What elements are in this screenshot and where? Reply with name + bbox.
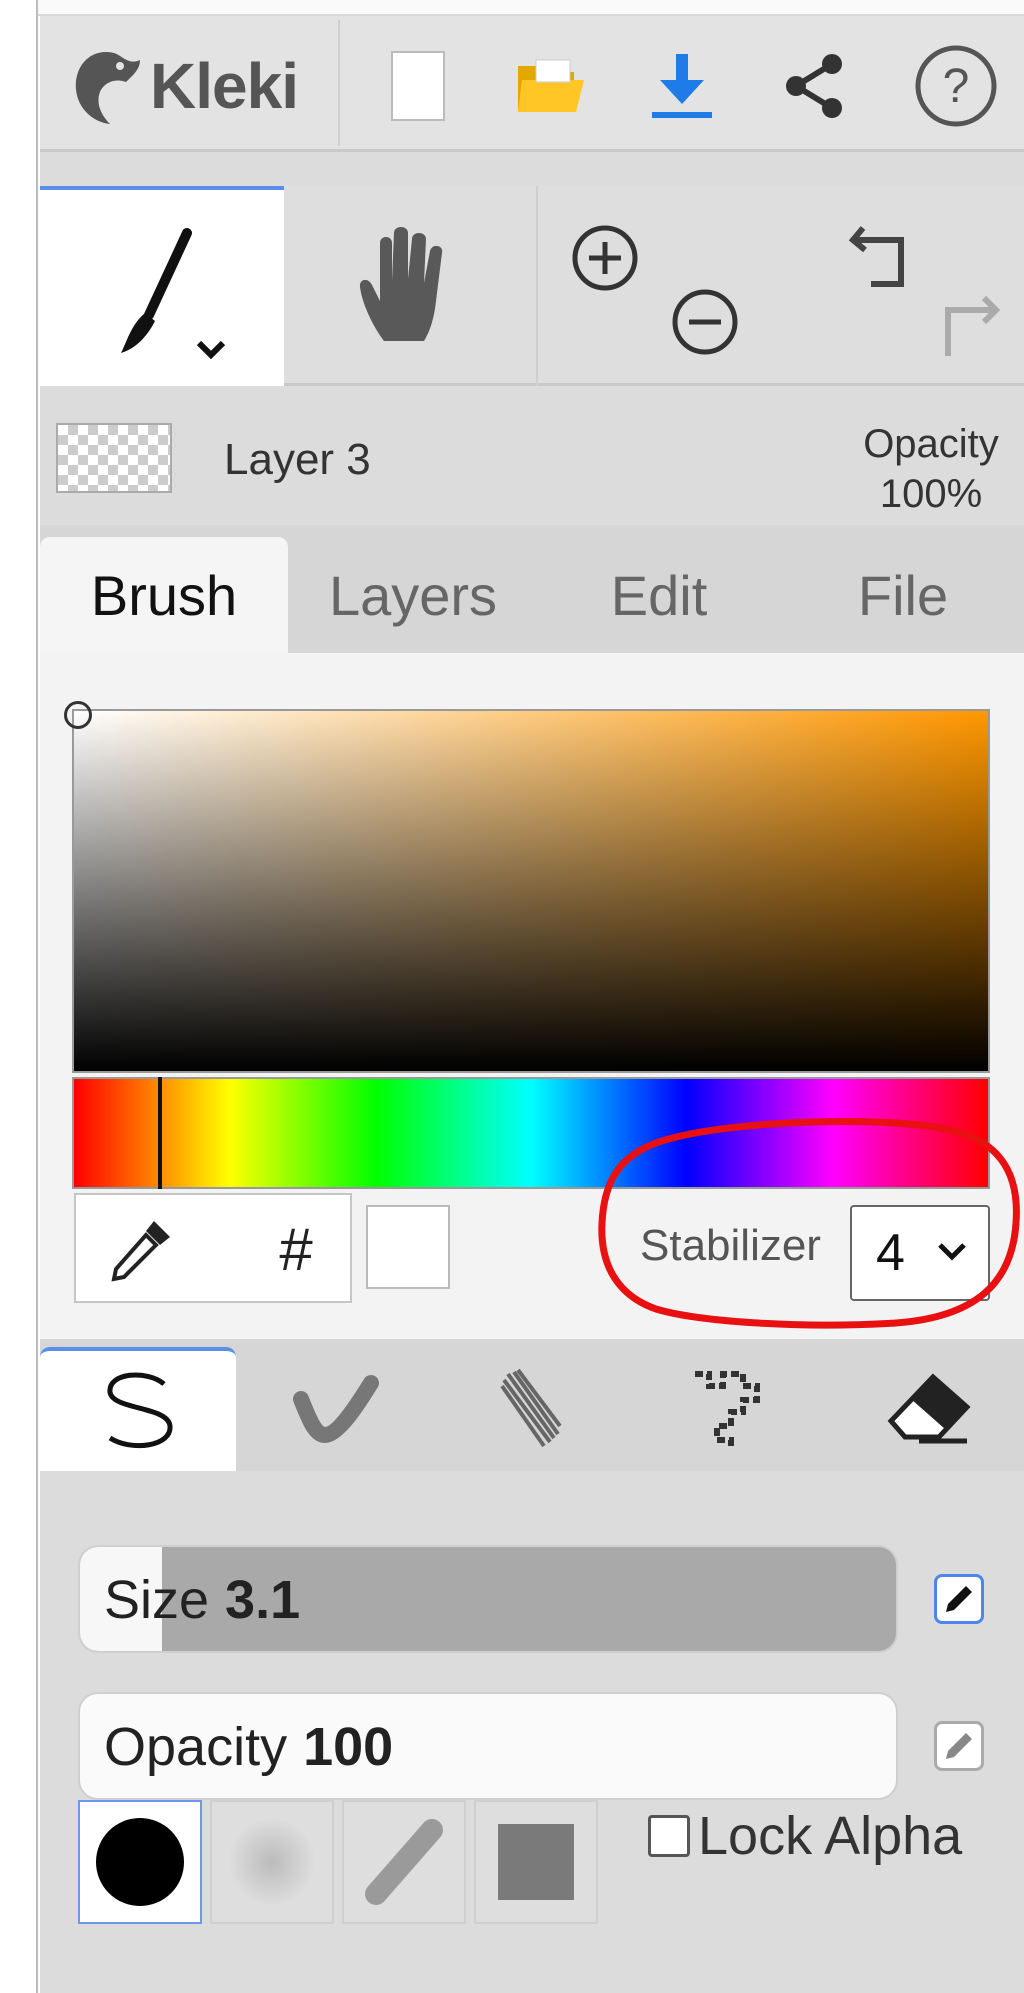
app-name: Kleki	[150, 50, 299, 122]
shape-round-soft-button[interactable]	[210, 1800, 334, 1924]
panel-tabs: Brush Layers Edit File	[40, 525, 1024, 653]
layer-opacity-label: Opacity	[863, 422, 999, 466]
tab-edit[interactable]: Edit	[536, 537, 782, 653]
layer-opacity-value: 100%	[879, 472, 983, 516]
zoom-in-button[interactable]	[560, 208, 650, 308]
brush-tool-icon	[121, 228, 226, 360]
save-download-button[interactable]	[634, 38, 730, 134]
pen-pressure-icon	[946, 1586, 972, 1612]
sketchy-brush-button[interactable]	[436, 1347, 632, 1471]
color-tools: #	[74, 1193, 352, 1303]
tab-brush[interactable]: Brush	[40, 537, 288, 653]
shape-square-button[interactable]	[474, 1800, 598, 1924]
brush-tool-button[interactable]	[40, 186, 284, 386]
redo-button[interactable]	[916, 276, 1016, 376]
size-slider-text: Size 3.1	[104, 1569, 300, 1631]
secondary-color-swatch[interactable]	[366, 1205, 450, 1289]
hex-input-button[interactable]: #	[256, 1205, 336, 1295]
redo-icon	[945, 295, 1001, 356]
lock-alpha-toggle[interactable]: Lock Alpha	[648, 1805, 962, 1867]
blend-brush-button[interactable]	[238, 1347, 434, 1471]
opacity-slider[interactable]: Opacity 100	[78, 1692, 898, 1800]
pixel-brush-button[interactable]	[634, 1347, 830, 1471]
brush-type-row	[40, 1339, 1024, 1471]
lock-alpha-label: Lock Alpha	[698, 1806, 963, 1866]
folder-open-icon	[518, 59, 584, 112]
tool-divider	[536, 186, 538, 386]
eraser-button[interactable]	[830, 1347, 1024, 1471]
shape-round-hard-button[interactable]	[78, 1800, 202, 1924]
help-icon: ?	[915, 45, 997, 127]
undo-icon	[848, 226, 904, 287]
pen-brush-button[interactable]	[40, 1347, 236, 1471]
zoom-out-button[interactable]	[660, 272, 750, 372]
tab-file[interactable]: File	[782, 537, 1024, 653]
hand-tool-button[interactable]	[286, 186, 532, 386]
download-icon	[652, 54, 712, 118]
zoom-in-icon	[572, 225, 638, 291]
layer-name: Layer 3	[224, 435, 371, 484]
tool-row	[40, 186, 1024, 386]
pen-pressure-icon	[946, 1733, 972, 1759]
round-soft-icon	[228, 1818, 316, 1906]
hand-tool-icon	[359, 227, 443, 341]
size-label: Size	[104, 1570, 210, 1630]
top-toolbar: Kleki ?	[40, 16, 1024, 152]
share-button[interactable]	[766, 38, 862, 134]
window-top-edge	[0, 0, 1024, 16]
zoom-out-icon	[672, 289, 738, 355]
saturation-value-picker[interactable]	[64, 701, 990, 1073]
layer-thumbnail	[56, 423, 172, 493]
stabilizer-value: 4	[876, 1224, 905, 1282]
open-file-button[interactable]	[502, 38, 598, 134]
eyedropper-icon	[111, 1221, 170, 1282]
eyedropper-button[interactable]	[96, 1205, 186, 1295]
square-shape-icon	[498, 1824, 574, 1900]
tab-layers[interactable]: Layers	[290, 537, 536, 653]
size-slider[interactable]: Size 3.1	[78, 1545, 898, 1653]
share-icon	[786, 54, 842, 118]
stabilizer-label: Stabilizer	[640, 1221, 821, 1270]
lock-alpha-checkbox[interactable]	[648, 1815, 690, 1857]
size-value: 3.1	[225, 1570, 301, 1630]
new-image-button[interactable]	[370, 38, 466, 134]
layer-opacity-readout: Opacity 100%	[856, 419, 1006, 519]
pen-brush-icon	[107, 1372, 173, 1449]
kleki-bird-icon	[75, 52, 140, 124]
eraser-icon	[887, 1373, 971, 1444]
canvas-edge	[0, 0, 38, 1993]
kleki-logo[interactable]: Kleki	[70, 36, 299, 136]
size-pressure-toggle[interactable]	[934, 1574, 984, 1624]
hue-slider[interactable]	[72, 1077, 990, 1189]
help-button[interactable]: ?	[908, 38, 1004, 134]
opacity-label: Opacity	[104, 1717, 288, 1777]
opacity-slider-text: Opacity 100	[104, 1716, 393, 1778]
shape-stroke-button[interactable]	[342, 1800, 466, 1924]
round-hard-icon	[96, 1818, 184, 1906]
new-file-icon	[391, 51, 445, 121]
brush-tab-content: # Stabilizer 4 Size 3.1 Opacity 100 Lock…	[40, 653, 1024, 1993]
side-panel: Kleki ? Layer 3 Opacity 100% Brush Layer…	[40, 16, 1024, 1993]
chevron-down-icon	[938, 1243, 966, 1261]
pixel-brush-icon	[695, 1371, 760, 1450]
hue-marker[interactable]	[158, 1077, 162, 1189]
sketchy-brush-icon	[500, 1368, 562, 1448]
stroke-shape-icon	[365, 1819, 443, 1905]
svg-text:?: ?	[943, 60, 970, 113]
stabilizer-select[interactable]: 4	[850, 1205, 990, 1301]
current-layer-row[interactable]: Layer 3 Opacity 100%	[40, 389, 1024, 525]
opacity-value: 100	[303, 1717, 394, 1777]
blend-brush-icon	[293, 1375, 379, 1444]
color-cursor[interactable]	[64, 701, 92, 729]
opacity-pressure-toggle[interactable]	[934, 1721, 984, 1771]
toolbar-divider	[338, 20, 340, 146]
